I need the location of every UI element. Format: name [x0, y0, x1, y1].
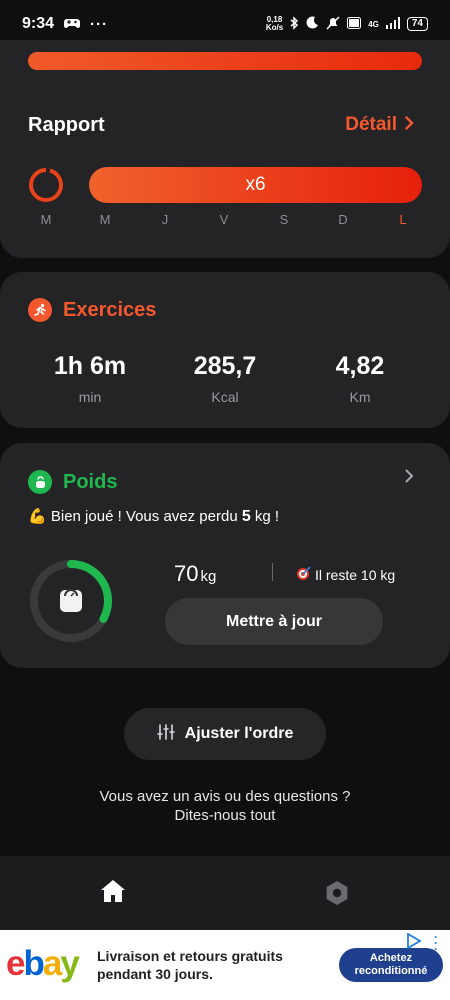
- ad-banner[interactable]: ebay Livraison et retours gratuits penda…: [0, 930, 450, 1000]
- bluetooth-icon: [290, 15, 299, 33]
- daily-progress-bar: [28, 52, 422, 70]
- report-title: Rapport: [28, 114, 105, 136]
- detail-label: Détail: [345, 114, 397, 135]
- adchoices-icon[interactable]: [406, 932, 422, 954]
- do-not-disturb-icon: [306, 16, 319, 32]
- weight-header: Poids: [28, 470, 117, 494]
- divider: [272, 563, 273, 581]
- duration-value: 1h 6m: [53, 352, 127, 380]
- day-label: J: [161, 212, 169, 227]
- week-streak-label: x6: [245, 174, 266, 195]
- weight-kettlebell-icon: [28, 470, 52, 494]
- volte-icon: [347, 16, 362, 32]
- weight-progress-ring: [30, 560, 112, 642]
- update-weight-button[interactable]: Mettre à jour: [165, 598, 383, 645]
- exercises-title: Exercices: [63, 298, 157, 321]
- duration-unit: min: [78, 389, 102, 405]
- weight-message: 💪 Bien joué ! Vous avez perdu 5 kg !: [28, 508, 280, 525]
- distance-stat: 4,82 Km: [290, 352, 430, 405]
- flexed-biceps-icon: 💪: [28, 508, 47, 525]
- current-weight: 70 kg: [174, 561, 217, 586]
- target-icon: [296, 565, 312, 584]
- adjust-order-button[interactable]: Ajuster l'ordre: [124, 708, 326, 760]
- more-notifications-icon: ···: [90, 15, 109, 33]
- report-card: Rapport Détail x6 M M J V S D L: [0, 40, 450, 258]
- duration-stat: 1h 6m min: [20, 352, 160, 405]
- muted-icon: [326, 16, 340, 33]
- day-label: M: [99, 212, 111, 227]
- exercises-header: Exercices: [28, 298, 156, 322]
- chevron-right-icon[interactable]: [405, 469, 414, 488]
- week-streak-bar[interactable]: x6: [89, 167, 422, 203]
- calories-unit: Kcal: [211, 389, 239, 405]
- adjust-order-label: Ajuster l'ordre: [184, 725, 294, 742]
- feedback-line-2: Dites-nous tout: [174, 807, 276, 824]
- detail-link[interactable]: Détail: [345, 114, 414, 136]
- weight-title: Poids: [63, 470, 118, 493]
- ad-text: Livraison et retours gratuits pendant 30…: [97, 948, 283, 982]
- battery-indicator: 74: [406, 17, 428, 31]
- feedback-line-1: Vous avez un avis ou des questions ?: [99, 788, 351, 805]
- feedback-link[interactable]: Vous avez un avis ou des questions ? Dit…: [0, 787, 450, 825]
- weight-card[interactable]: Poids 💪 Bien joué ! Vous avez perdu 5 kg…: [0, 443, 450, 668]
- chevron-right-icon: [405, 114, 414, 136]
- day-label: M: [40, 212, 52, 227]
- ad-menu-icon[interactable]: · · ·: [434, 931, 438, 955]
- distance-value: 4,82: [335, 352, 385, 380]
- day-label: V: [219, 212, 229, 227]
- day-progress-ring-icon: [29, 168, 63, 202]
- ebay-logo: ebay: [6, 944, 80, 983]
- calories-value: 285,7: [193, 352, 257, 380]
- bottom-navigation: [0, 856, 450, 930]
- running-icon: [28, 298, 52, 322]
- signal-icon: [385, 16, 400, 32]
- scale-icon: [60, 589, 82, 612]
- calories-stat: 285,7 Kcal: [155, 352, 295, 405]
- home-icon[interactable]: [99, 878, 127, 909]
- day-label: S: [279, 212, 289, 227]
- clock: 9:34: [22, 15, 55, 32]
- distance-unit: Km: [349, 389, 371, 405]
- game-controller-icon: [64, 16, 81, 33]
- remaining-goal: Il reste 10 kg: [296, 565, 395, 584]
- day-label: D: [338, 212, 348, 227]
- network-speed: 0,18 Ko/s: [265, 15, 284, 32]
- ad-cta-button[interactable]: Achetez reconditionné: [339, 948, 443, 982]
- exercises-card[interactable]: Exercices 1h 6m min 285,7 Kcal 4,82 Km: [0, 272, 450, 428]
- settings-hexagon-icon[interactable]: [324, 880, 350, 911]
- sliders-icon: [156, 723, 175, 746]
- network-type: 4G: [368, 19, 379, 29]
- day-label-today: L: [399, 212, 407, 227]
